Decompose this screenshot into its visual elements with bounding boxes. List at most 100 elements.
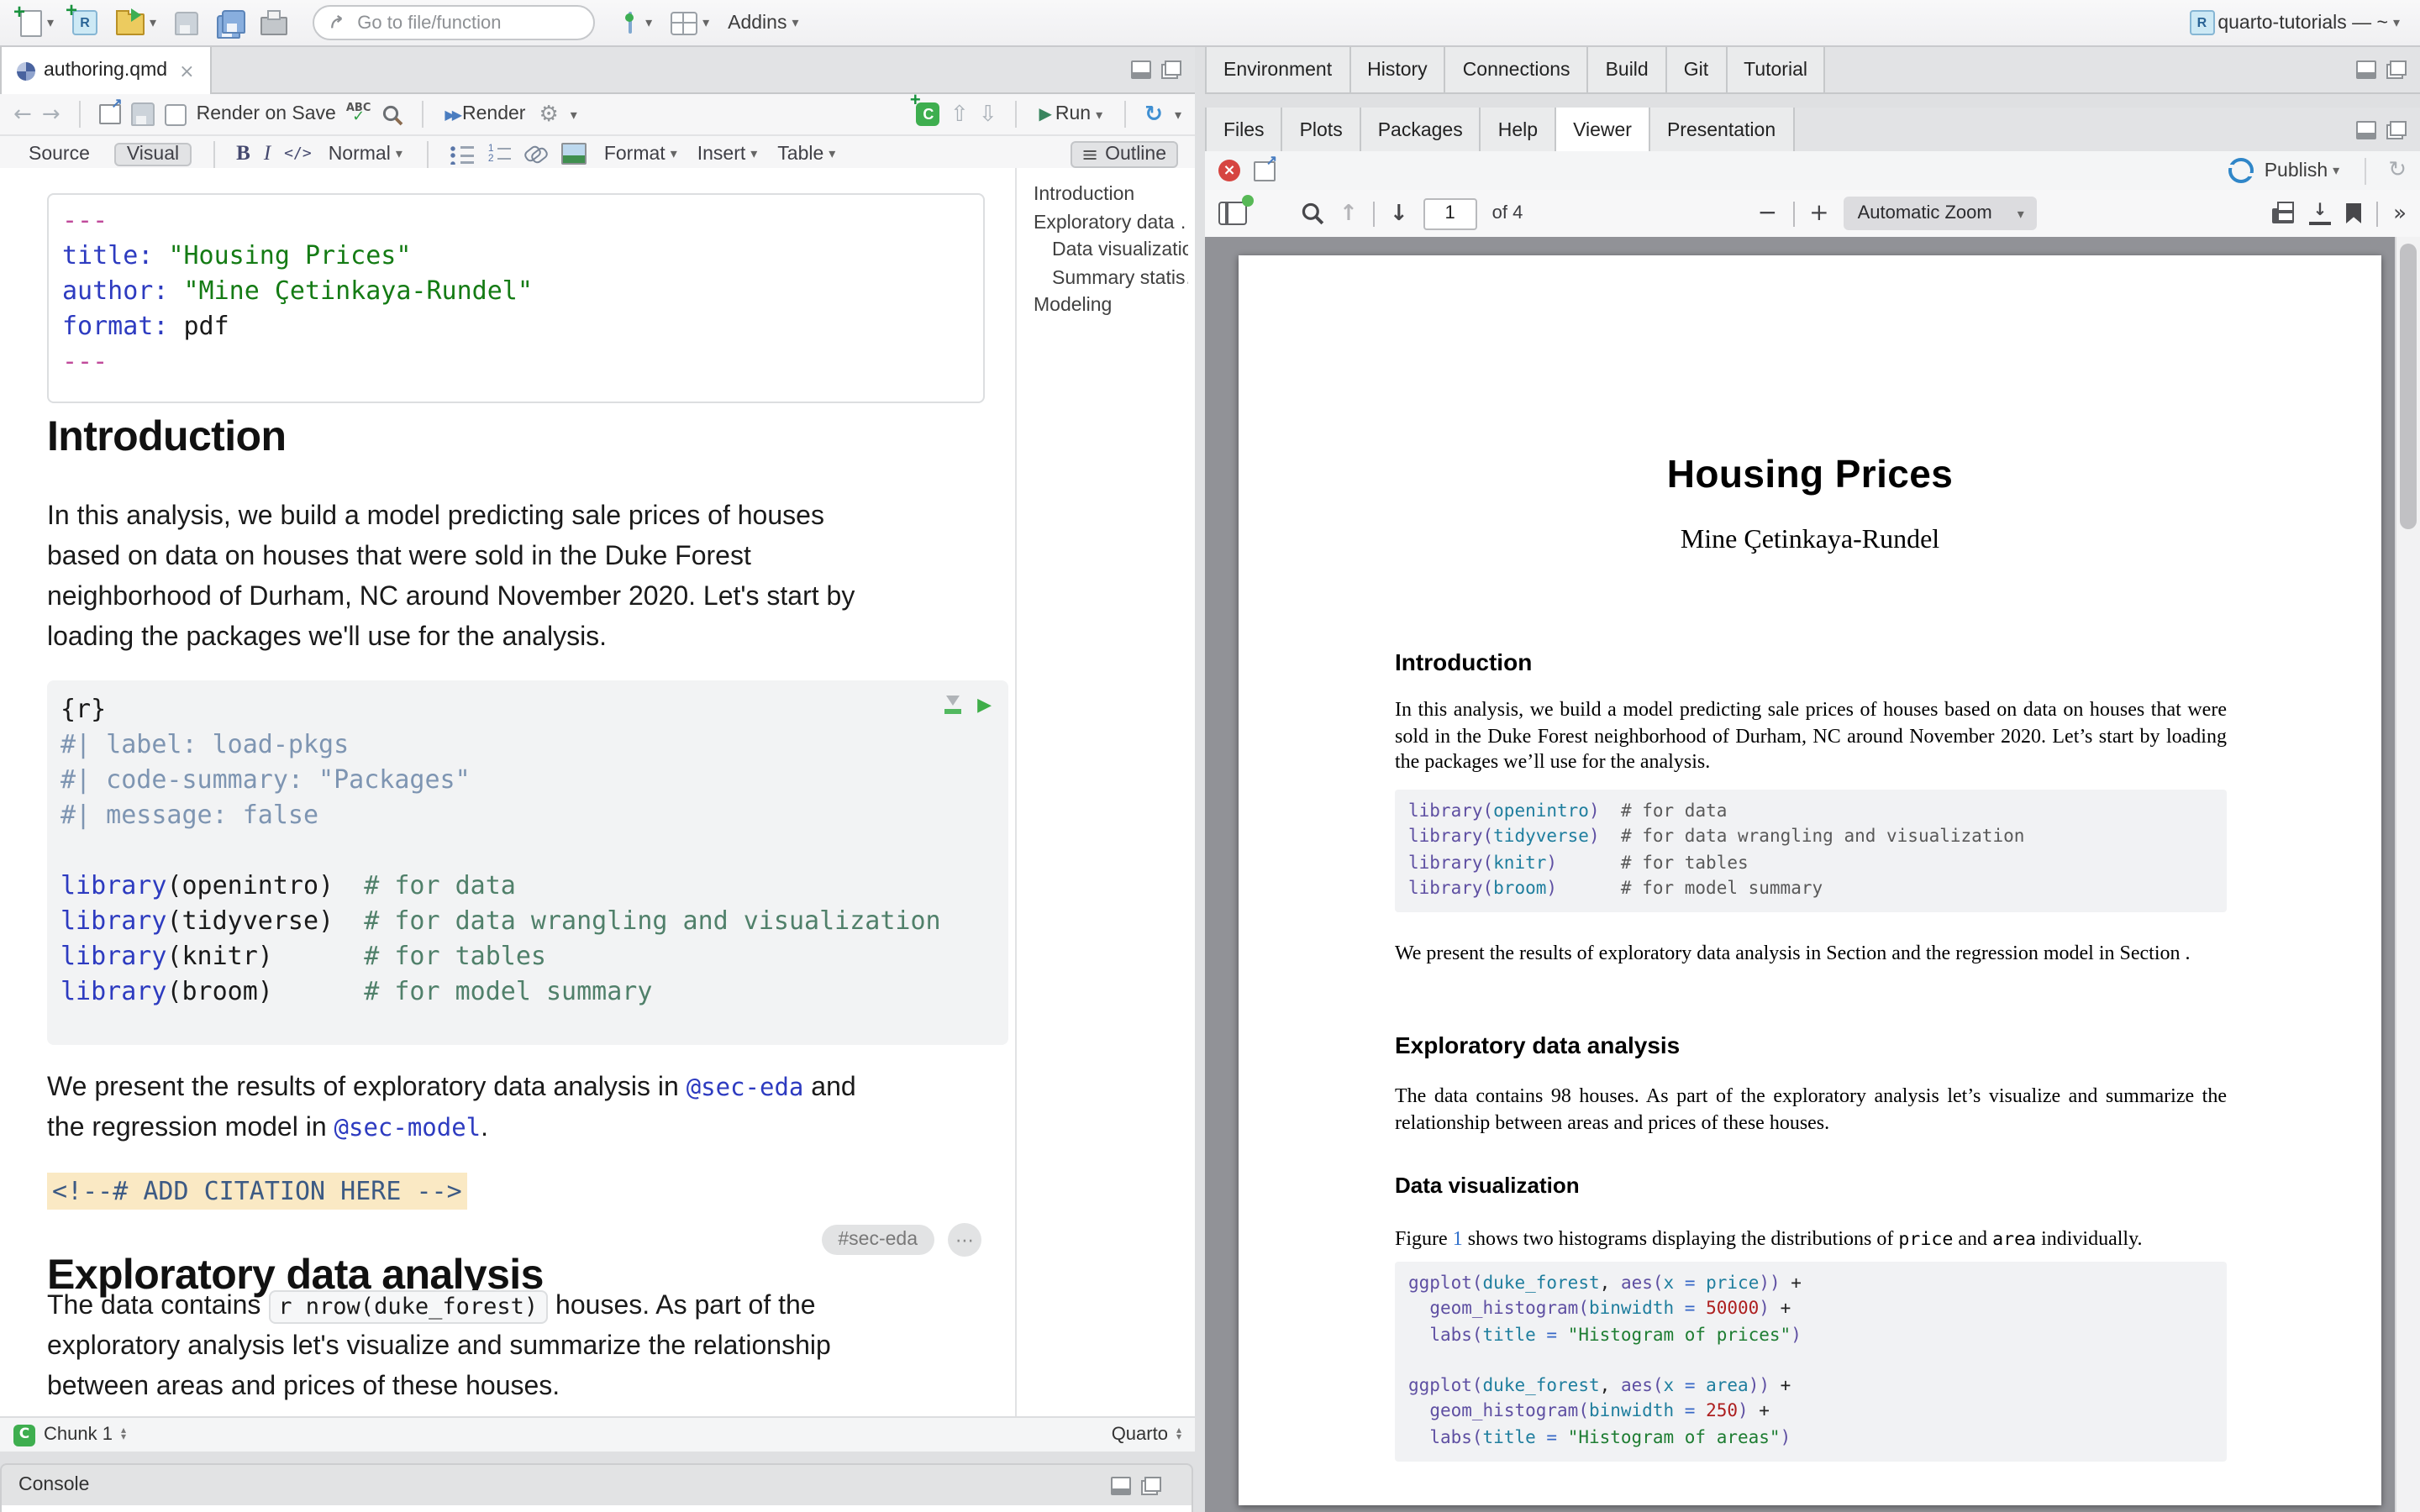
tab-files[interactable]: Files	[1205, 108, 1283, 153]
addins-button[interactable]: Addins ▾	[724, 9, 802, 36]
save-icon[interactable]	[131, 102, 155, 126]
table-menu[interactable]: Table ▾	[774, 140, 839, 167]
goto-file-search[interactable]	[313, 5, 595, 40]
section-options-button[interactable]: ⋯	[948, 1223, 981, 1257]
minimize-pane-icon[interactable]	[2356, 60, 2376, 79]
bold-button[interactable]: B	[236, 141, 250, 166]
render-on-save-checkbox[interactable]	[165, 103, 187, 125]
tab-authoring-qmd[interactable]: authoring.qmd ×	[0, 47, 212, 94]
pdf-scrollbar[interactable]	[2395, 237, 2420, 1512]
chunk-nav-arrows-icon[interactable]: ▴▾	[121, 1428, 126, 1441]
render-settings-gear-icon[interactable]: ⚙	[539, 102, 558, 127]
pdf-find-icon[interactable]	[1301, 202, 1324, 225]
inline-code-button[interactable]: </>	[284, 145, 312, 162]
project-menu-button[interactable]: R quarto-tutorials — ~ ▾	[2186, 7, 2403, 39]
chunk-position-label[interactable]: Chunk 1	[44, 1425, 113, 1445]
pdf-zoom-out-icon[interactable]: −	[1758, 200, 1777, 227]
tab-tutorial[interactable]: Tutorial	[1727, 47, 1826, 92]
tab-plots[interactable]: Plots	[1283, 108, 1361, 153]
format-menu[interactable]: Format ▾	[601, 140, 681, 167]
outline-item-modeling[interactable]: Modeling	[1034, 292, 1188, 320]
source-rerun-icon[interactable]: ↻	[1144, 102, 1163, 127]
pdf-zoom-in-icon[interactable]: +	[1809, 200, 1828, 227]
save-all-button[interactable]	[213, 7, 245, 39]
maximize-pane-icon[interactable]	[2386, 60, 2407, 79]
outline-item-introduction[interactable]: Introduction	[1034, 181, 1188, 209]
version-control-button[interactable]: ▾	[617, 8, 655, 37]
tab-build[interactable]: Build	[1589, 47, 1667, 92]
new-file-button[interactable]: ▾	[17, 6, 57, 39]
yaml-front-matter-block[interactable]: --- title: "Housing Prices" author: "Min…	[47, 193, 985, 403]
visual-mode-button[interactable]: Visual	[115, 142, 191, 165]
publish-button[interactable]: Publish ▾	[2226, 155, 2343, 186]
render-button[interactable]: ▶▶ Render	[441, 101, 529, 128]
maximize-pane-icon[interactable]	[1161, 60, 1181, 79]
clear-viewer-icon[interactable]: ×	[1218, 160, 1240, 181]
pdf-sidebar-toggle[interactable]	[1218, 202, 1247, 225]
insert-chunk-icon[interactable]: C	[917, 102, 940, 126]
print-button[interactable]	[257, 7, 291, 39]
italic-button[interactable]: I	[264, 141, 271, 166]
tab-packages[interactable]: Packages	[1361, 108, 1481, 153]
open-in-new-window-icon[interactable]	[99, 104, 121, 124]
tab-help[interactable]: Help	[1481, 108, 1556, 153]
open-in-new-window-icon[interactable]	[1254, 160, 1276, 181]
tab-viewer[interactable]: Viewer	[1556, 108, 1650, 155]
pdf-download-icon[interactable]: ↓	[2309, 202, 2331, 225]
code-line: #| code-summary: "Packages"	[60, 763, 995, 798]
go-to-next-chunk-icon[interactable]: ⇩	[979, 102, 997, 127]
search-icon[interactable]	[381, 103, 402, 125]
tab-presentation[interactable]: Presentation	[1650, 108, 1794, 153]
pdf-viewer-area[interactable]: Housing Prices Mine Çetinkaya-Rundel Int…	[1205, 237, 2420, 1512]
go-to-previous-chunk-icon[interactable]: ⇧	[950, 102, 969, 127]
maximize-pane-icon[interactable]	[2386, 121, 2407, 139]
minimize-pane-icon[interactable]	[1131, 60, 1151, 79]
visual-editor-canvas[interactable]: --- title: "Housing Prices" author: "Min…	[0, 168, 1015, 1416]
minimize-pane-icon[interactable]	[2356, 121, 2376, 139]
source-mode-button[interactable]: Source	[17, 142, 102, 165]
pdf-scrollbar-thumb[interactable]	[2400, 244, 2417, 529]
forward-icon[interactable]: →	[42, 102, 60, 127]
tab-history[interactable]: History	[1350, 47, 1446, 92]
tab-connections[interactable]: Connections	[1446, 47, 1589, 92]
console-header[interactable]: Console	[2, 1465, 1192, 1505]
minimize-pane-icon[interactable]	[1111, 1476, 1131, 1494]
bullet-list-icon[interactable]	[451, 144, 475, 164]
outline-toggle-button[interactable]: ≡ Outline	[1070, 140, 1178, 167]
spellcheck-icon[interactable]: ABC✓	[346, 102, 371, 127]
pdf-page-number-input[interactable]	[1423, 197, 1477, 229]
refresh-viewer-icon[interactable]: ↻	[2388, 158, 2407, 183]
run-chunk-icon[interactable]: ▶	[977, 694, 992, 716]
r-code-chunk[interactable]: ▶ {r} #| label: load-pkgs #| code-summar…	[47, 680, 1008, 1045]
outline-item-summary-statistics[interactable]: Summary statis…	[1034, 265, 1188, 292]
pdf-print-icon[interactable]	[2272, 208, 2294, 223]
link-icon[interactable]	[525, 144, 549, 164]
numbered-list-icon[interactable]: 12	[488, 144, 512, 164]
pdf-next-page-icon[interactable]: ↓	[1390, 201, 1408, 226]
pdf-zoom-select[interactable]: Automatic Zoom ▾	[1844, 197, 2038, 230]
open-file-button[interactable]: ▾	[113, 7, 160, 39]
workspace-panes-button[interactable]: ▾	[667, 8, 713, 38]
new-project-button[interactable]: R	[69, 7, 101, 39]
document-mode-label[interactable]: Quarto	[1112, 1425, 1168, 1445]
run-button[interactable]: ▶ Run ▾	[1036, 101, 1107, 128]
run-chunks-above-icon[interactable]	[944, 696, 960, 714]
save-button-disabled[interactable]	[171, 8, 202, 38]
back-icon[interactable]: ←	[13, 102, 32, 127]
chevron-down-icon[interactable]: ▾	[571, 107, 577, 122]
tab-git[interactable]: Git	[1667, 47, 1727, 92]
pdf-more-tools-icon[interactable]: »	[2393, 201, 2407, 226]
close-tab-icon[interactable]: ×	[179, 60, 194, 81]
chevron-down-icon[interactable]: ▾	[1175, 107, 1181, 122]
goto-file-input[interactable]	[354, 11, 578, 34]
tab-environment[interactable]: Environment	[1205, 47, 1350, 92]
paragraph-style-dropdown[interactable]: Normal ▾	[325, 140, 406, 167]
pdf-bookmark-icon[interactable]	[2346, 203, 2361, 223]
outline-item-data-visualization[interactable]: Data visualization	[1034, 237, 1188, 265]
outline-item-eda[interactable]: Exploratory data …	[1034, 209, 1188, 237]
mode-select-arrows-icon[interactable]: ▴▾	[1176, 1428, 1181, 1441]
insert-menu[interactable]: Insert ▾	[694, 140, 761, 167]
pdf-previous-page-icon[interactable]: ↑	[1339, 201, 1358, 226]
image-icon[interactable]	[562, 143, 587, 165]
maximize-pane-icon[interactable]	[1141, 1476, 1161, 1494]
